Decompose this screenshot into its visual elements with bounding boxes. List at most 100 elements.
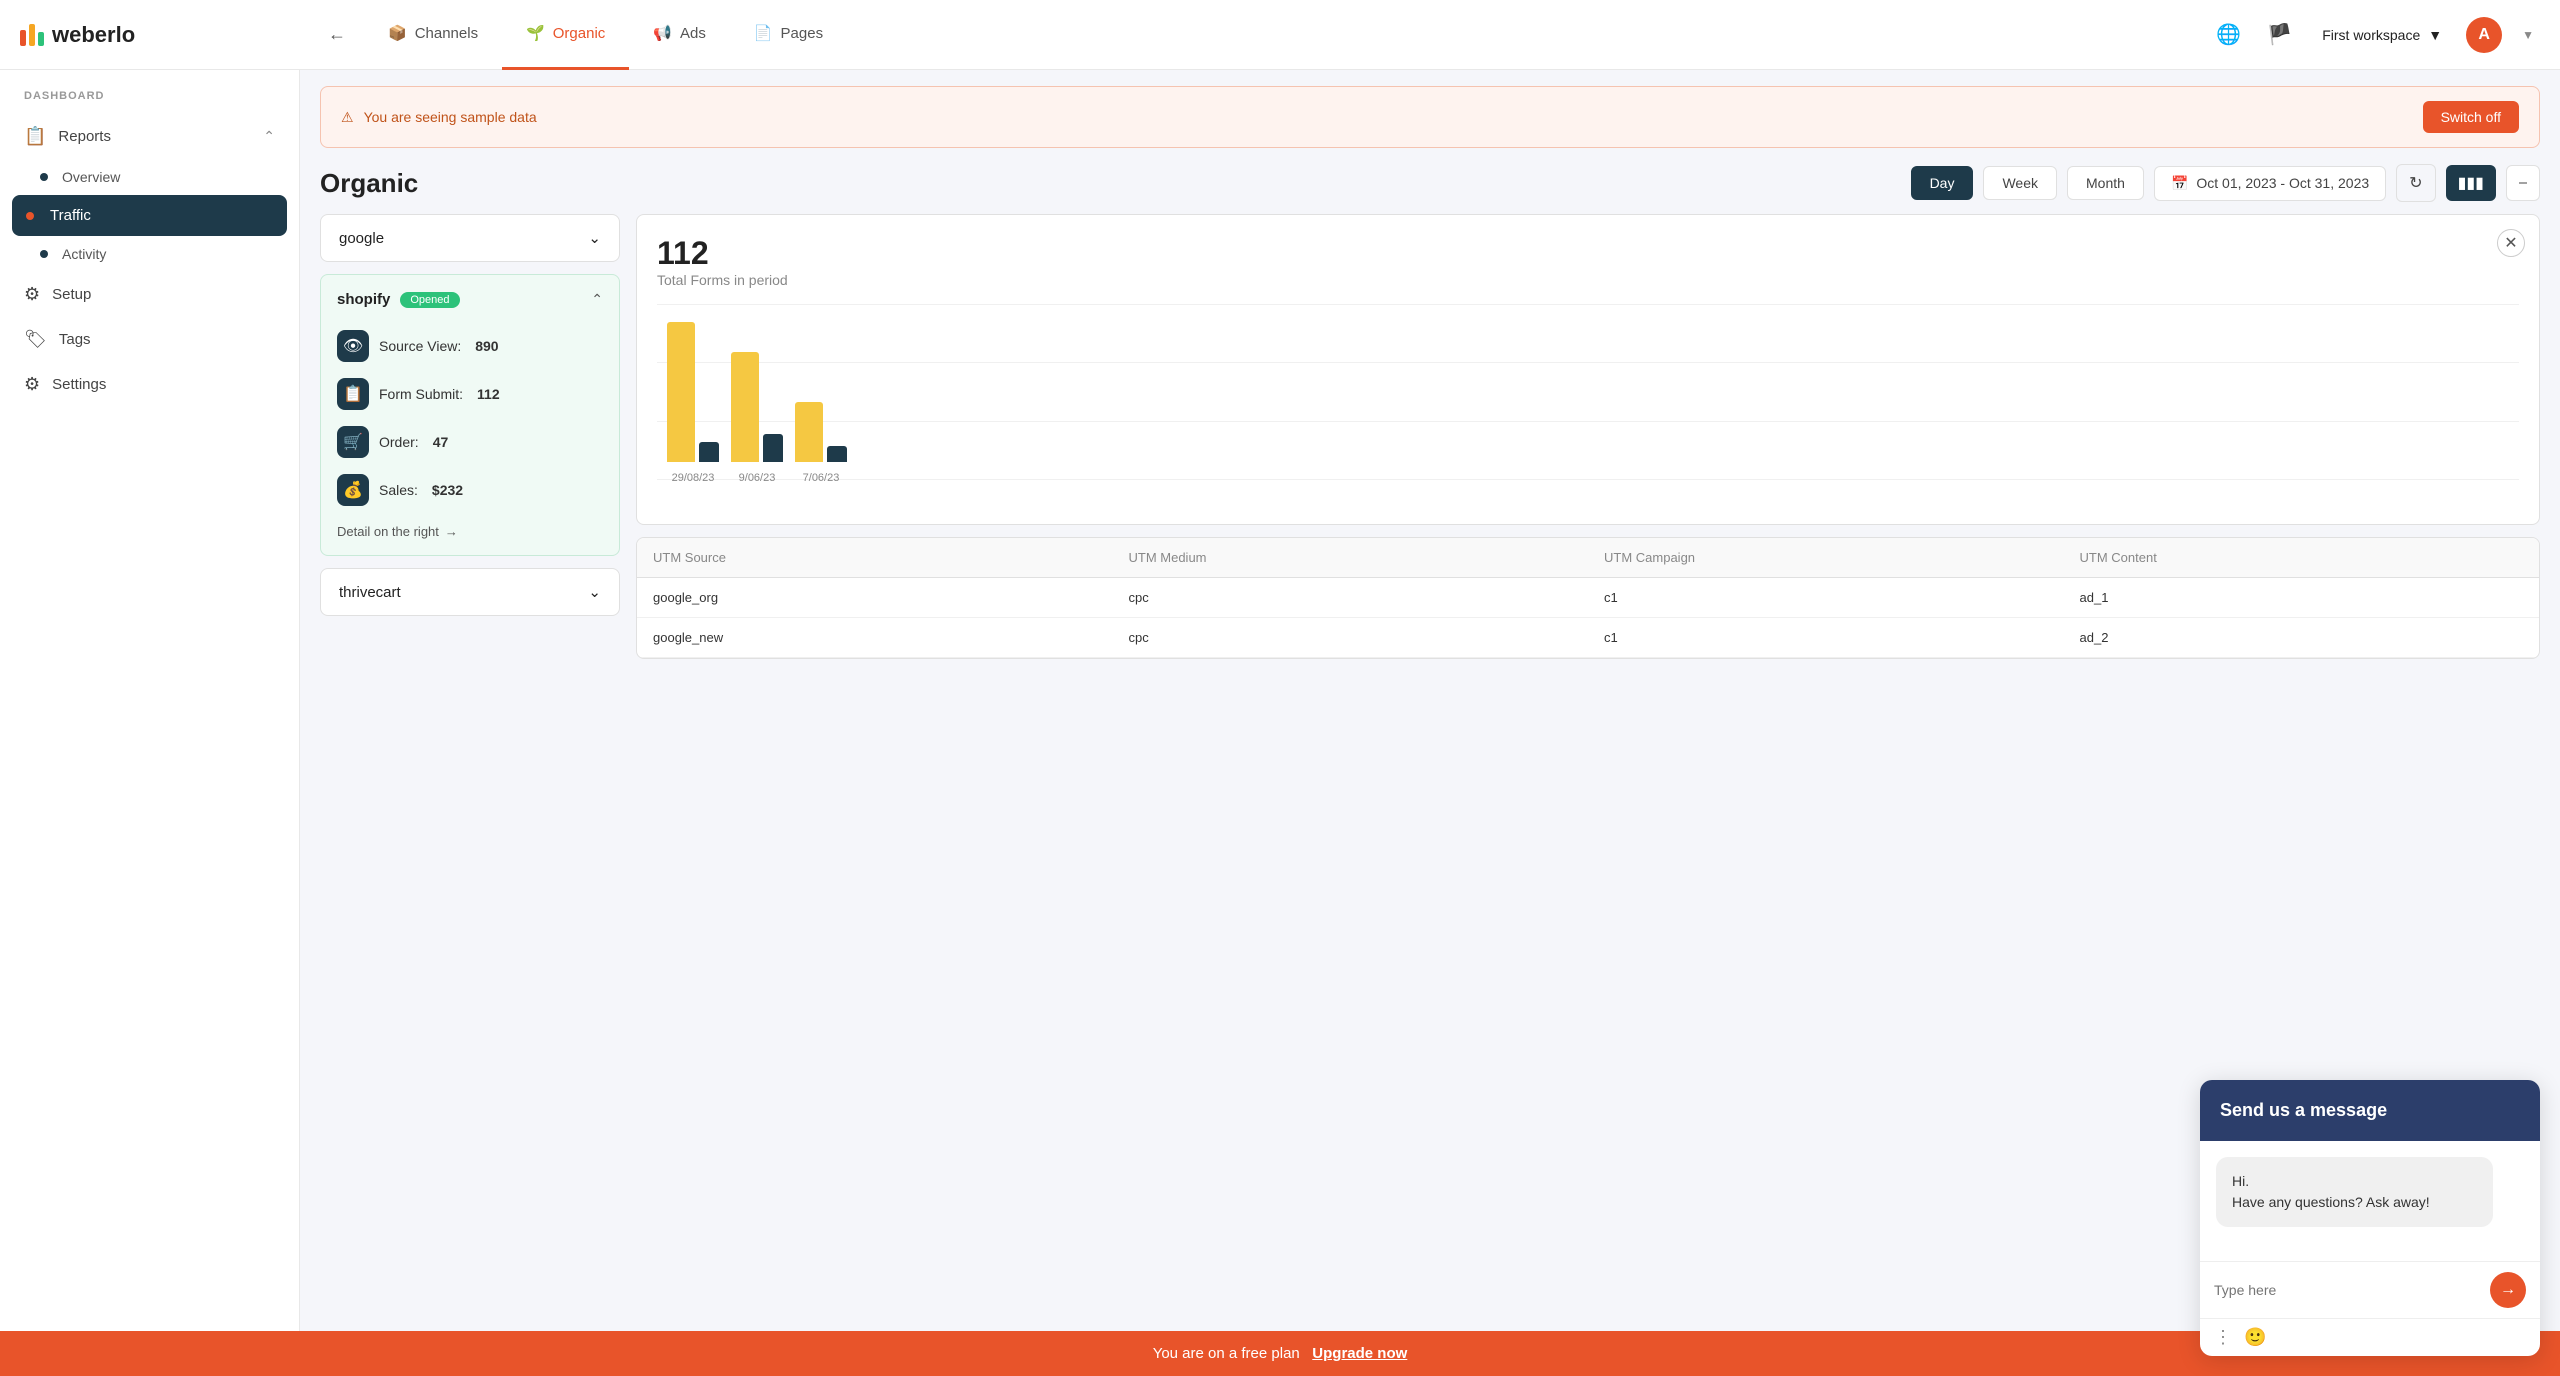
chat-widget: Send us a message Hi.Have any questions?… bbox=[2200, 1080, 2540, 1356]
chat-send-button[interactable]: → bbox=[2490, 1272, 2526, 1308]
settings-icon: ⚙ bbox=[24, 374, 40, 395]
tab-channels[interactable]: 📦 Channels bbox=[364, 0, 502, 70]
traffic-label: Traffic bbox=[50, 207, 91, 224]
bar-group-1-bars bbox=[667, 322, 719, 462]
chat-header-title: Send us a message bbox=[2220, 1100, 2520, 1121]
logo-icon bbox=[20, 24, 44, 46]
sidebar-sub-activity: Activity bbox=[0, 236, 299, 272]
opened-badge: Opened bbox=[400, 292, 459, 308]
flag-icon-button[interactable]: 🏴 bbox=[2261, 16, 2298, 53]
sidebar-section-label: DASHBOARD bbox=[0, 90, 299, 114]
th-utm-medium: UTM Medium bbox=[1113, 538, 1589, 577]
sidebar-item-reports[interactable]: 📋 Reports ⌃ bbox=[0, 114, 299, 159]
ads-icon: 📢 bbox=[653, 24, 672, 42]
sales-value: $232 bbox=[432, 482, 463, 498]
th-utm-campaign: UTM Campaign bbox=[1588, 538, 2064, 577]
th-utm-content: UTM Content bbox=[2064, 538, 2540, 577]
shopify-header: shopify Opened ⌃ bbox=[337, 291, 603, 308]
metric-row-sales: 💰 Sales: $232 bbox=[337, 466, 603, 514]
logo-bar1 bbox=[20, 30, 26, 46]
logo-area: weberlo bbox=[20, 22, 320, 48]
nav-right: 🌐 🏴 First workspace ▼ A ▼ bbox=[2210, 16, 2540, 53]
bar-group-3: 7/06/23 bbox=[795, 402, 847, 484]
channel-dropdown[interactable]: google ⌄ bbox=[320, 214, 620, 262]
bar-group-2-bars bbox=[731, 352, 783, 462]
top-navigation: weberlo ← 📦 Channels 🌱 Organic 📢 Ads 📄 P… bbox=[0, 0, 2560, 70]
sidebar-sub-items: Overview bbox=[0, 159, 299, 195]
line-chart-view-button[interactable]: ⎯ bbox=[2506, 165, 2540, 201]
table-header: UTM Source UTM Medium UTM Campaign UTM C… bbox=[637, 538, 2539, 578]
chat-header: Send us a message bbox=[2200, 1080, 2540, 1141]
chart-stat: 112 bbox=[657, 235, 2519, 272]
calendar-icon: 📅 bbox=[2171, 175, 2188, 192]
bar-group-2: 9/06/23 bbox=[731, 352, 783, 484]
bar-yellow-3 bbox=[795, 402, 823, 462]
tab-organic[interactable]: 🌱 Organic bbox=[502, 0, 629, 70]
shopify-card: shopify Opened ⌃ 👁 Source View: 890 📋 Fo… bbox=[320, 274, 620, 556]
channels-icon: 📦 bbox=[388, 24, 407, 42]
bar-chart: 29/08/23 9/06/23 bbox=[657, 304, 2519, 484]
period-month-button[interactable]: Month bbox=[2067, 166, 2144, 200]
bar-dark-3 bbox=[827, 446, 847, 462]
workspace-name: First workspace bbox=[2322, 27, 2420, 43]
period-controls: Day Week Month 📅 Oct 01, 2023 - Oct 31, … bbox=[1911, 164, 2540, 202]
close-chart-button[interactable]: ✕ bbox=[2497, 229, 2525, 257]
globe-icon-button[interactable]: 🌐 bbox=[2210, 16, 2247, 53]
bar-chart-view-button[interactable]: ▮▮▮ bbox=[2446, 165, 2496, 201]
shopify-chevron-icon: ⌃ bbox=[591, 291, 603, 308]
avatar-dropdown[interactable]: ▼ bbox=[2516, 22, 2540, 48]
avatar[interactable]: A bbox=[2466, 17, 2502, 53]
pages-icon: 📄 bbox=[754, 24, 773, 42]
metric-row-source-view: 👁 Source View: 890 bbox=[337, 322, 603, 370]
source-view-icon: 👁 bbox=[337, 330, 369, 362]
back-button[interactable]: ← bbox=[320, 16, 354, 53]
table-row-2: google_new cpc c1 ad_2 bbox=[637, 618, 2539, 658]
sidebar-item-settings[interactable]: ⚙ Settings bbox=[0, 362, 299, 407]
td-campaign-1: c1 bbox=[1588, 578, 2064, 617]
chat-input[interactable] bbox=[2214, 1282, 2482, 1298]
sample-data-banner: ⚠ You are seeing sample data Switch off bbox=[320, 86, 2540, 148]
tab-ads[interactable]: 📢 Ads bbox=[629, 0, 730, 70]
sidebar-item-overview[interactable]: Overview bbox=[40, 159, 299, 195]
td-content-2: ad_2 bbox=[2064, 618, 2540, 657]
date-range-text: Oct 01, 2023 - Oct 31, 2023 bbox=[2196, 175, 2369, 191]
bar-label-3: 7/06/23 bbox=[803, 472, 840, 484]
tab-pages[interactable]: 📄 Pages bbox=[730, 0, 847, 70]
arrow-right-icon: → bbox=[445, 524, 458, 539]
switch-off-button[interactable]: Switch off bbox=[2423, 101, 2519, 133]
thrivecart-label: thrivecart bbox=[339, 584, 401, 601]
nav-tabs: ← 📦 Channels 🌱 Organic 📢 Ads 📄 Pages bbox=[320, 0, 2210, 70]
date-range-button[interactable]: 📅 Oct 01, 2023 - Oct 31, 2023 bbox=[2154, 166, 2386, 201]
left-panel: google ⌄ shopify Opened ⌃ 👁 Source View: bbox=[320, 214, 620, 1356]
tags-label: Tags bbox=[59, 331, 91, 348]
overview-dot bbox=[40, 173, 48, 181]
logo: weberlo bbox=[20, 22, 135, 48]
emoji-icon[interactable]: 🙂 bbox=[2244, 1327, 2266, 1348]
source-view-value: 890 bbox=[475, 338, 498, 354]
thrivecart-dropdown[interactable]: thrivecart ⌄ bbox=[320, 568, 620, 616]
sidebar-item-traffic[interactable]: Traffic bbox=[12, 195, 287, 236]
detail-link[interactable]: Detail on the right → bbox=[337, 524, 603, 539]
banner-text-area: ⚠ You are seeing sample data bbox=[341, 109, 537, 126]
td-source-2: google_new bbox=[637, 618, 1113, 657]
metric-row-form-submit: 📋 Form Submit: 112 bbox=[337, 370, 603, 418]
period-week-button[interactable]: Week bbox=[1983, 166, 2057, 200]
sidebar-item-tags[interactable]: 🏷 Tags bbox=[0, 317, 299, 362]
page-title: Organic bbox=[320, 168, 418, 199]
upgrade-link[interactable]: Upgrade now bbox=[1312, 1345, 1407, 1362]
refresh-button[interactable]: ↻ bbox=[2396, 164, 2435, 202]
shopify-title-area: shopify Opened bbox=[337, 291, 460, 308]
bar-group-3-bars bbox=[795, 402, 847, 462]
more-options-icon[interactable]: ⋮ bbox=[2214, 1327, 2232, 1348]
chart-label: Total Forms in period bbox=[657, 272, 2519, 288]
bar-dark-2 bbox=[763, 434, 783, 462]
workspace-selector[interactable]: First workspace ▼ bbox=[2312, 21, 2452, 49]
order-value: 47 bbox=[433, 434, 449, 450]
logo-text: weberlo bbox=[52, 22, 135, 48]
period-day-button[interactable]: Day bbox=[1911, 166, 1974, 200]
sidebar-item-setup[interactable]: ⚙ Setup bbox=[0, 272, 299, 317]
workspace-chevron: ▼ bbox=[2428, 27, 2442, 43]
sidebar-item-activity[interactable]: Activity bbox=[40, 236, 299, 272]
chat-input-area: → bbox=[2200, 1261, 2540, 1318]
bar-yellow-1 bbox=[667, 322, 695, 462]
